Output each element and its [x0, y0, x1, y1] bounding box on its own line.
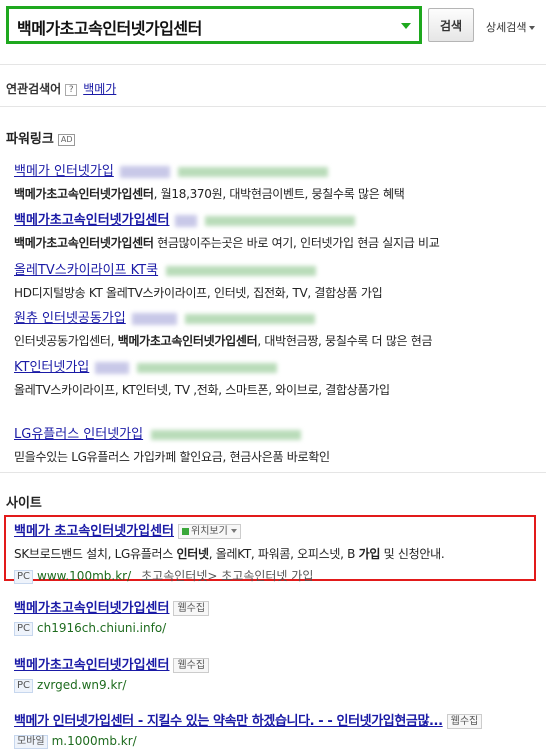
powerlink-title: 파워링크 AD [6, 128, 76, 147]
blurred-region [151, 429, 302, 440]
site-title-link[interactable]: 백메가 인터넷가입센터 - 지킬수 있는 약속만 하겠습니다. - - 인터넷가… [14, 714, 443, 729]
url-row: PC ch1916ch.chiuni.info/ [14, 621, 539, 636]
desc-bold: 백메가초고속인터넷가입센터 [117, 334, 258, 348]
related-label: 연관검색어 [6, 82, 62, 96]
site-section-title: 사이트 [6, 496, 42, 511]
site-item: 백메가초고속인터넷가입센터 웹수집 PC zvrged.wn9.kr/ [14, 654, 539, 693]
site-title-link[interactable]: 백메가초고속인터넷가입센터 [14, 658, 169, 673]
desc-text: , 대박현금짱, 뭉칠수록 더 많은 현금 [257, 334, 433, 348]
ad-item: 백메가 인터넷가입 백메가초고속인터넷가입센터, 월18,370원, 대박현금이… [14, 160, 534, 202]
ad-title-link[interactable]: 올레TV스카이라이프 KT쿡 [14, 263, 158, 278]
url-row: PC zvrged.wn9.kr/ [14, 678, 539, 693]
desc-bold: 백메가초고속인터넷가입센터 [14, 236, 154, 250]
ad-badge: AD [57, 133, 76, 146]
desc-text: HD디지털방송 KT 올레TV스카이라이프, 인터넷, 집전화, TV, 결합상… [14, 286, 383, 300]
pc-badge: PC [14, 678, 34, 693]
site-url-link[interactable]: m.1000mb.kr/ [52, 734, 137, 748]
location-label: 위치보기 [191, 526, 228, 537]
related-searches: 연관검색어? 백메가 [6, 80, 116, 97]
desc-text: 올레TV스카이라이프, KT인터넷, TV ,전화, 스마트폰, 와이브로, 결… [14, 383, 390, 397]
desc-text: 믿을수있는 LG유플러스 가입카페 할인요금, 현금사은품 바로확인 [14, 450, 330, 464]
pc-badge: PC [14, 621, 34, 636]
desc-text: 및 신청안내. [380, 547, 445, 561]
site-url-link[interactable]: zvrged.wn9.kr/ [37, 678, 126, 692]
map-pin-icon [182, 527, 190, 535]
search-button[interactable]: 검색 [428, 8, 474, 42]
desc-bold: 가입 [358, 547, 381, 561]
related-keyword-link[interactable]: 백메가 [83, 82, 116, 96]
desc-text: 현금많이주는곳은 바로 여기, 인터넷가입 현금 실지급 비교 [153, 236, 440, 250]
chevron-down-icon [529, 26, 536, 30]
site-title-link[interactable]: 백메가 초고속인터넷가입센터 [14, 524, 174, 539]
ad-title-link[interactable]: 백메가 인터넷가입 [14, 164, 114, 179]
blurred-region [131, 312, 177, 325]
blurred-region [137, 362, 278, 373]
webcollect-badge: 웹수집 [173, 658, 210, 673]
url-row: PC www.100mb.kr/초고속인터넷> 초고속인터넷 가입 [14, 567, 539, 584]
pc-badge: PC [14, 569, 34, 584]
ad-description: 올레TV스카이라이프, KT인터넷, TV ,전화, 스마트폰, 와이브로, 결… [14, 381, 534, 398]
desc-text: , 월18,370원, 대박현금이벤트, 뭉칠수록 많은 혜택 [153, 187, 405, 201]
ad-description: 믿을수있는 LG유플러스 가입카페 할인요금, 현금사은품 바로확인 [14, 448, 534, 465]
site-description: SK브로드밴드 설치, LG유플러스 인터넷, 올레KT, 파워콤, 오피스넷,… [14, 545, 539, 562]
powerlink-title-text: 파워링크 [6, 132, 54, 147]
blurred-region [177, 166, 328, 177]
webcollect-badge: 웹수집 [173, 601, 210, 616]
breadcrumb: 초고속인터넷> 초고속인터넷 가입 [141, 569, 314, 583]
blurred-region [166, 265, 317, 276]
site-url-link[interactable]: ch1916ch.chiuni.info/ [37, 621, 166, 635]
ad-description: HD디지털방송 KT 올레TV스카이라이프, 인터넷, 집전화, TV, 결합상… [14, 284, 534, 301]
blurred-region [184, 313, 315, 324]
ad-description: 백메가초고속인터넷가입센터 현금많이주는곳은 바로 여기, 인터넷가입 현금 실… [14, 234, 534, 251]
chevron-down-icon[interactable] [401, 23, 411, 29]
desc-text: 인터넷공동가입센터, [14, 334, 118, 348]
ad-item: 원츄 인터넷공동가입 인터넷공동가입센터, 백메가초고속인터넷가입센터, 대박현… [14, 307, 534, 349]
advanced-search-label: 상세검색 [486, 21, 527, 34]
ad-title-link[interactable]: 원츄 인터넷공동가입 [14, 311, 126, 326]
ad-title-link[interactable]: LG유플러스 인터넷가입 [14, 427, 143, 442]
ad-title-link[interactable]: 백메가초고속인터넷가입센터 [14, 213, 169, 228]
blurred-region [175, 214, 198, 227]
ad-description: 인터넷공동가입센터, 백메가초고속인터넷가입센터, 대박현금짱, 뭉칠수록 더 … [14, 332, 534, 349]
desc-text: , 올레KT, 파워콤, 오피스넷, B [208, 547, 359, 561]
site-item: 백메가 초고속인터넷가입센터 위치보기 SK브로드밴드 설치, LG유플러스 인터… [14, 520, 539, 584]
desc-bold: 인터넷 [176, 547, 209, 561]
mobile-badge: 모바일 [14, 734, 48, 749]
ad-description: 백메가초고속인터넷가입센터, 월18,370원, 대박현금이벤트, 뭉칠수록 많… [14, 185, 534, 202]
divider [0, 106, 546, 107]
blurred-region [205, 215, 356, 226]
blurred-region [95, 361, 130, 374]
ad-item: 백메가초고속인터넷가입센터 백메가초고속인터넷가입센터 현금많이주는곳은 바로 … [14, 209, 534, 251]
chevron-down-icon [230, 529, 237, 533]
site-url-link[interactable]: www.100mb.kr/ [37, 569, 131, 583]
advanced-search-link[interactable]: 상세검색 [486, 19, 536, 35]
site-title-link[interactable]: 백메가초고속인터넷가입센터 [14, 601, 169, 616]
url-row: 모바일 m.1000mb.kr/ [14, 734, 539, 749]
blurred-region [119, 165, 170, 178]
desc-bold: 백메가초고속인터넷가입센터 [14, 187, 154, 201]
divider [0, 472, 546, 473]
search-query-text: 백메가초고속인터넷가입센터 [17, 19, 202, 38]
search-input[interactable]: 백메가초고속인터넷가입센터 [6, 6, 422, 44]
ad-item: LG유플러스 인터넷가입 믿을수있는 LG유플러스 가입카페 할인요금, 현금사… [14, 423, 534, 465]
site-item: 백메가초고속인터넷가입센터 웹수집 PC ch1916ch.chiuni.info/ [14, 597, 539, 636]
location-button[interactable]: 위치보기 [178, 524, 241, 539]
ad-item: 올레TV스카이라이프 KT쿡 HD디지털방송 KT 올레TV스카이라이프, 인터… [14, 259, 534, 301]
ad-title-link[interactable]: KT인터넷가입 [14, 360, 89, 375]
ad-item: KT인터넷가입 올레TV스카이라이프, KT인터넷, TV ,전화, 스마트폰,… [14, 356, 534, 398]
divider [0, 64, 546, 65]
webcollect-badge: 웹수집 [446, 714, 483, 729]
desc-text: SK브로드밴드 설치, LG유플러스 [14, 547, 177, 561]
help-icon[interactable]: ? [65, 83, 78, 96]
site-item: 백메가 인터넷가입센터 - 지킬수 있는 약속만 하겠습니다. - - 인터넷가… [14, 710, 539, 749]
search-bar: 백메가초고속인터넷가입센터 검색 상세검색 [0, 0, 546, 60]
